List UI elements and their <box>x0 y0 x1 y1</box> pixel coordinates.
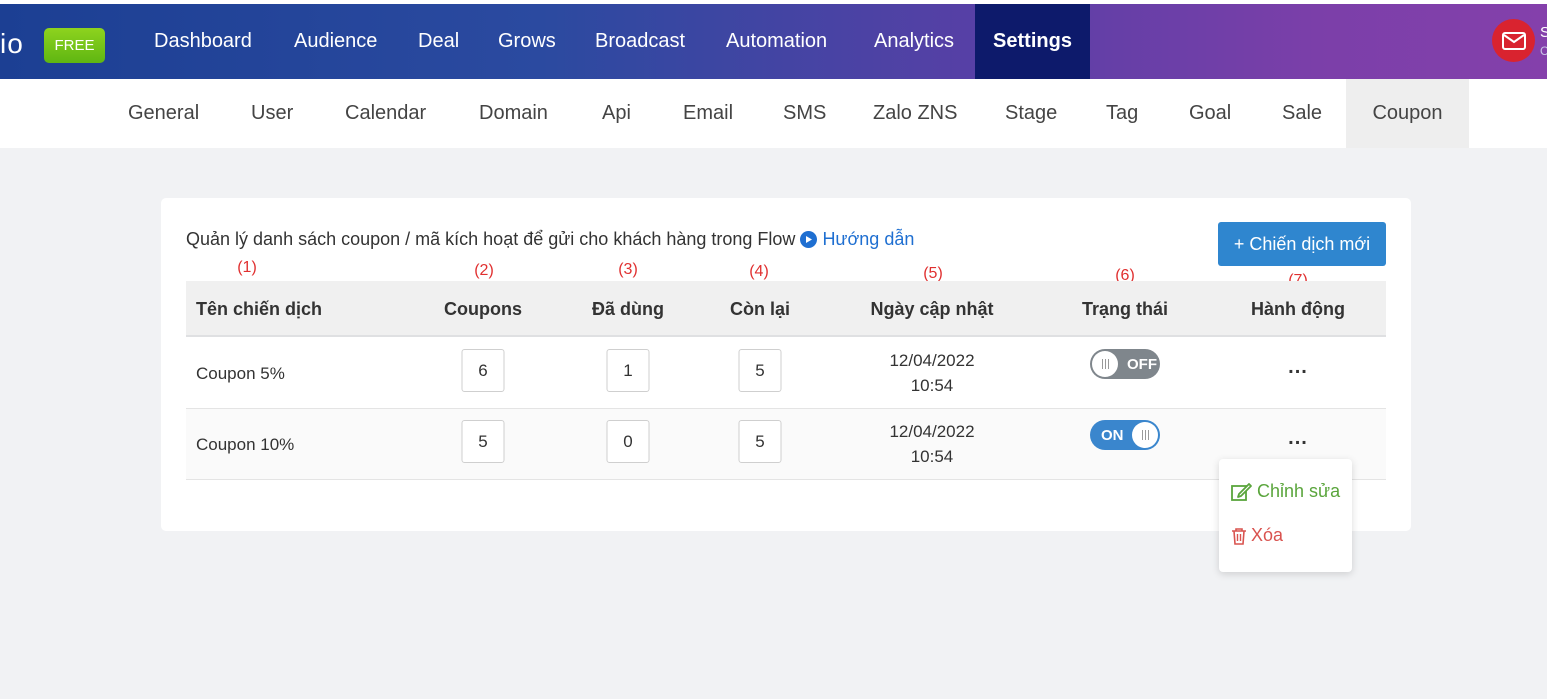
updated-date-day: 12/04/2022 <box>889 422 975 441</box>
nav-audience[interactable]: Audience <box>294 4 377 79</box>
edit-icon <box>1231 482 1252 501</box>
header-updated-date: Ngày cập nhật <box>870 298 994 319</box>
header-campaign-name: Tên chiến dịch <box>196 298 323 319</box>
user-name: S <box>1540 24 1547 41</box>
updated-date-day: 12/04/2022 <box>889 351 975 370</box>
annotation-4: (4) <box>749 263 769 280</box>
subnav-coupon[interactable]: Coupon <box>1346 79 1469 148</box>
plan-badge: FREE <box>44 28 105 63</box>
user-subtitle: C <box>1540 44 1547 58</box>
annotation-1: (1) <box>237 259 257 276</box>
subnav-goal[interactable]: Goal <box>1189 79 1231 148</box>
description-text: Quản lý danh sách coupon / mã kích hoạt … <box>186 229 796 249</box>
nav-automation[interactable]: Automation <box>726 4 827 79</box>
nav-settings[interactable]: Settings <box>975 4 1090 79</box>
header-remaining: Còn lại <box>729 298 791 319</box>
delete-label: Xóa <box>1251 525 1284 545</box>
subnav-email[interactable]: Email <box>683 79 733 148</box>
updated-date-time: 10:54 <box>910 447 954 466</box>
annotation-3: (3) <box>618 261 638 278</box>
mail-button[interactable] <box>1492 19 1535 62</box>
remaining-count[interactable]: 5 <box>738 420 782 463</box>
status-toggle[interactable]: ON <box>1090 420 1160 450</box>
status-toggle[interactable]: OFF <box>1090 349 1160 379</box>
remaining-count[interactable]: 5 <box>738 349 782 392</box>
more-actions-button[interactable]: ... <box>1288 356 1308 379</box>
updated-date: 12/04/2022 10:54 <box>889 419 974 469</box>
toggle-knob <box>1132 422 1158 448</box>
header-actions: Hành động <box>1251 298 1345 319</box>
subnav-zalo-zns[interactable]: Zalo ZNS <box>873 79 957 148</box>
trash-icon <box>1232 527 1246 545</box>
campaign-name: Coupon 10% <box>196 435 295 454</box>
table-row <box>186 409 1386 480</box>
used-count[interactable]: 1 <box>606 349 650 392</box>
delete-menu-item[interactable]: Xóa <box>1231 525 1283 546</box>
toggle-knob <box>1092 351 1118 377</box>
subnav-calendar[interactable]: Calendar <box>345 79 426 148</box>
annotation-2: (2) <box>474 262 494 279</box>
subnav-sms[interactable]: SMS <box>783 79 826 148</box>
header-status: Trạng thái <box>1081 298 1169 319</box>
status-label: OFF <box>1127 355 1157 373</box>
coupons-count[interactable]: 6 <box>461 349 505 392</box>
nav-broadcast[interactable]: Broadcast <box>595 4 685 79</box>
subnav-tag[interactable]: Tag <box>1106 79 1138 148</box>
subnav-sale[interactable]: Sale <box>1282 79 1322 148</box>
action-dropdown-menu: Chỉnh sửa Xóa <box>1219 459 1352 572</box>
page-description: Quản lý danh sách coupon / mã kích hoạt … <box>186 229 914 250</box>
top-navigation-bar: io FREE Dashboard Audience Deal Grows Br… <box>0 0 1547 79</box>
updated-date: 12/04/2022 10:54 <box>889 348 974 398</box>
coupons-count[interactable]: 5 <box>461 420 505 463</box>
header-coupons: Coupons <box>444 298 522 319</box>
header-used: Đã dùng <box>592 298 664 319</box>
updated-date-time: 10:54 <box>910 376 954 395</box>
new-campaign-button[interactable]: + Chiến dịch mới <box>1218 222 1386 266</box>
more-actions-button[interactable]: ... <box>1288 427 1308 450</box>
nav-deal[interactable]: Deal <box>418 4 459 79</box>
edit-menu-item[interactable]: Chỉnh sửa <box>1231 481 1340 502</box>
subnav-domain[interactable]: Domain <box>479 79 548 148</box>
subnav-api[interactable]: Api <box>602 79 631 148</box>
table-row <box>186 338 1386 409</box>
status-label: ON <box>1101 426 1124 444</box>
logo[interactable]: io <box>0 28 24 60</box>
campaign-name: Coupon 5% <box>196 364 285 383</box>
subnav-stage[interactable]: Stage <box>1005 79 1057 148</box>
edit-label: Chỉnh sửa <box>1257 481 1341 501</box>
used-count[interactable]: 0 <box>606 420 650 463</box>
settings-subnav: General User Calendar Domain Api Email S… <box>0 79 1547 148</box>
nav-grows[interactable]: Grows <box>498 4 556 79</box>
guide-link-label: Hướng dẫn <box>822 229 915 249</box>
subnav-general[interactable]: General <box>128 79 199 148</box>
play-icon <box>800 231 818 248</box>
nav-analytics[interactable]: Analytics <box>874 4 954 79</box>
guide-link[interactable]: Hướng dẫn <box>800 229 914 250</box>
nav-dashboard[interactable]: Dashboard <box>154 4 252 79</box>
subnav-user[interactable]: User <box>251 79 293 148</box>
user-menu[interactable]: S C <box>1540 24 1547 60</box>
mail-icon <box>1501 31 1526 50</box>
